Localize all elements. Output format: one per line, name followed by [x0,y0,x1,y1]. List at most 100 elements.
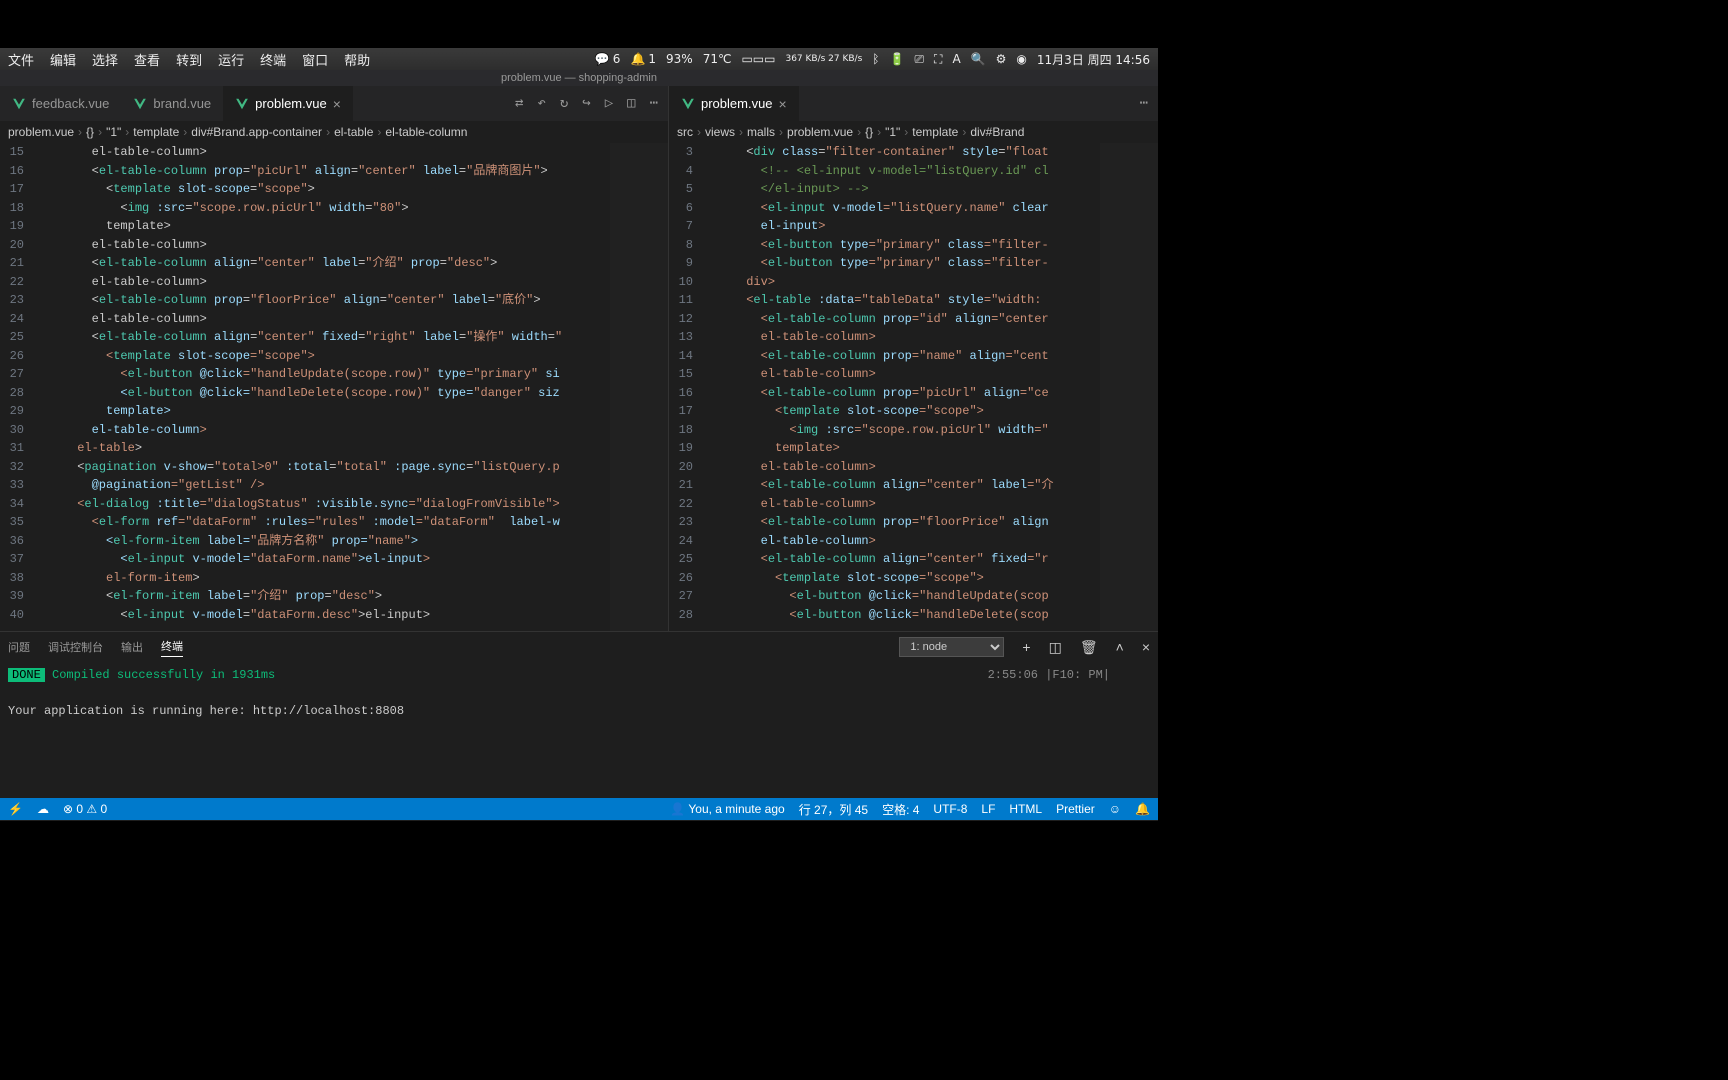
noti-icon[interactable]: 🔔 1 [630,52,656,66]
breadcrumb-item[interactable]: problem.vue [8,125,74,139]
vue-icon [133,97,147,111]
clock[interactable]: 11月3日 周四 14:56 [1037,51,1150,68]
panel-tab-problems[interactable]: 问题 [8,639,30,655]
editor-left[interactable]: 1516171819202122232425262728293031323334… [0,143,668,631]
panel-tab-terminal[interactable]: 终端 [161,638,183,657]
close-icon[interactable]: × [779,96,787,112]
menu-help[interactable]: 帮助 [344,50,370,69]
breadcrumb-item[interactable]: {} [86,125,94,139]
breadcrumb-item[interactable]: el-table-column [385,125,467,139]
vue-icon [235,97,249,111]
maximize-panel-icon[interactable]: ˄ [1116,639,1124,655]
network-speed: 367 KB/s 27 KB/s [785,54,862,64]
menu-go[interactable]: 转到 [176,50,202,69]
breadcrumb-item[interactable]: el-table [334,125,373,139]
minimap[interactable] [1100,143,1158,631]
breadcrumb-item[interactable]: template [912,125,958,139]
feedback-icon[interactable]: ☺ [1109,802,1121,816]
code-content[interactable]: <div class="filter-container" style="flo… [703,143,1098,624]
battery-icon[interactable]: ▭▭▭ [741,52,775,66]
errors-count[interactable]: ⊗ 0 ⚠ 0 [63,802,107,816]
refresh-icon[interactable]: ↻ [560,95,568,112]
breadcrumb-left[interactable]: problem.vue› {}› "1"› template› div#Bran… [0,121,668,143]
tab-label: feedback.vue [32,96,109,111]
forward-icon[interactable]: ↪ [582,95,590,112]
code-content[interactable]: el-table-column> <el-table-column prop="… [34,143,608,624]
running-msg: Your application is running here: http:/… [8,704,404,718]
terminal-body[interactable]: 2:55:06 |F10: PM| DONE Compiled successf… [0,662,1158,724]
battery-status-icon[interactable]: 🔋 [889,52,904,66]
control-center-icon[interactable]: ⚙ [996,52,1007,66]
tab-label: problem.vue [701,96,773,111]
panel-tab-output[interactable]: 输出 [121,639,143,655]
split-icon[interactable]: ◫ [627,95,635,112]
breadcrumb-item[interactable]: src [677,125,693,139]
cursor-position[interactable]: 行 27，列 45 [799,801,868,818]
menu-edit[interactable]: 编辑 [50,50,76,69]
editor-right[interactable]: 3456789101112131415161718192021222324252… [668,143,1158,631]
bottom-panel: 问题 调试控制台 输出 终端 1: node + ◫ 🗑 ˄ × 2:55:06… [0,631,1158,821]
indent[interactable]: 空格: 4 [882,801,919,818]
menu-view[interactable]: 查看 [134,50,160,69]
tab-label: brand.vue [153,96,211,111]
new-terminal-icon[interactable]: + [1022,639,1030,655]
close-panel-icon[interactable]: × [1142,639,1150,655]
remote-icon[interactable]: ⚡ [8,802,23,816]
temperature: 71℃ [703,52,732,66]
window-title: problem.vue — shopping-admin [0,70,1158,86]
breadcrumb-item[interactable]: div#Brand.app-container [191,125,322,139]
terminal-select[interactable]: 1: node [899,637,1004,657]
menu-run[interactable]: 运行 [218,50,244,69]
search-icon[interactable]: 🔍 [971,52,986,66]
bluetooth-icon[interactable]: ᛒ [872,52,879,66]
prettier[interactable]: Prettier [1056,802,1095,816]
breadcrumb-item[interactable]: "1" [106,125,121,139]
terminal-timestamp: 2:55:06 |F10: PM| [988,666,1110,684]
menu-file[interactable]: 文件 [8,50,34,69]
breadcrumb-item[interactable]: "1" [885,125,900,139]
tab-feedback[interactable]: feedback.vue [0,86,121,121]
git-blame[interactable]: 👤 You, a minute ago [670,802,784,816]
back-icon[interactable]: ↶ [537,95,545,112]
line-numbers: 1516171819202122232425262728293031323334… [0,143,30,624]
breadcrumb-right[interactable]: src› views› malls› problem.vue› {}› "1"›… [668,121,1158,143]
breadcrumb-item[interactable]: {} [865,125,873,139]
breadcrumb-item[interactable]: views [705,125,735,139]
menu-terminal[interactable]: 终端 [260,50,286,69]
breadcrumb-item[interactable]: div#Brand [970,125,1024,139]
line-numbers: 3456789101112131415161718192021222324252… [669,143,699,624]
menu-window[interactable]: 窗口 [302,50,328,69]
cloud-icon[interactable]: ☁ [37,802,49,816]
tab-problem-active[interactable]: problem.vue × [223,86,353,121]
kill-terminal-icon[interactable]: 🗑 [1080,639,1098,656]
breadcrumb-item[interactable]: template [133,125,179,139]
encoding[interactable]: UTF-8 [933,802,967,816]
run-icon[interactable]: ▷ [605,95,613,112]
tab-brand[interactable]: brand.vue [121,86,223,121]
eol[interactable]: LF [981,802,995,816]
split-terminal-icon[interactable]: ◫ [1049,639,1062,656]
menu-select[interactable]: 选择 [92,50,118,69]
compare-icon[interactable]: ⇄ [515,95,523,112]
vscode-window: feedback.vue brand.vue problem.vue × ⇄ ↶… [0,86,1158,820]
screenshot-icon[interactable]: ⛶ [934,52,942,67]
tabs-left-group: feedback.vue brand.vue problem.vue × ⇄ ↶… [0,86,668,121]
compile-msg: Compiled successfully in 1931ms [45,668,275,682]
panel-tab-debug[interactable]: 调试控制台 [48,639,103,655]
wechat-icon[interactable]: 💬 6 [595,52,621,66]
screen-icon[interactable]: ⎚ [914,52,924,67]
vue-icon [681,97,695,111]
language-mode[interactable]: HTML [1009,802,1042,816]
tab-label: problem.vue [255,96,327,111]
breadcrumb-item[interactable]: problem.vue [787,125,853,139]
breadcrumb-item[interactable]: malls [747,125,775,139]
more-icon[interactable]: ⋯ [650,95,658,112]
bell-icon[interactable]: 🔔 [1135,802,1150,816]
minimap[interactable] [610,143,668,631]
input-method-icon[interactable]: A [952,52,960,66]
tabs-right-group: problem.vue × ⋯ [668,86,1158,121]
siri-icon[interactable]: ◉ [1016,52,1026,66]
tab-problem-right[interactable]: problem.vue × [669,86,799,121]
more-icon[interactable]: ⋯ [1140,95,1148,112]
close-icon[interactable]: × [333,96,341,112]
